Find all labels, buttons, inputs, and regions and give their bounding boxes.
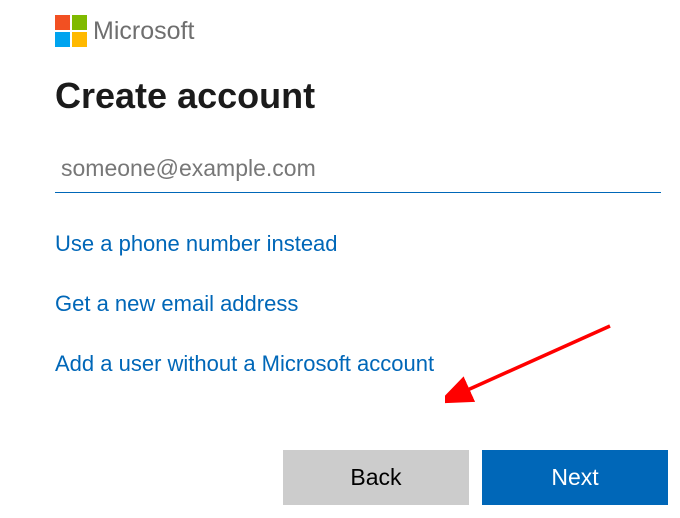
use-phone-link[interactable]: Use a phone number instead <box>55 231 338 257</box>
button-row: Back Next <box>283 450 668 505</box>
annotation-arrow-icon <box>445 320 625 410</box>
microsoft-logo-text: Microsoft <box>93 17 194 46</box>
new-email-link[interactable]: Get a new email address <box>55 291 298 317</box>
email-input[interactable] <box>55 149 661 193</box>
back-button[interactable]: Back <box>283 450 469 505</box>
microsoft-logo: Microsoft <box>55 15 665 47</box>
microsoft-logo-icon <box>55 15 87 47</box>
add-user-without-account-link[interactable]: Add a user without a Microsoft account <box>55 351 434 377</box>
next-button[interactable]: Next <box>482 450 668 505</box>
page-title: Create account <box>55 75 665 117</box>
